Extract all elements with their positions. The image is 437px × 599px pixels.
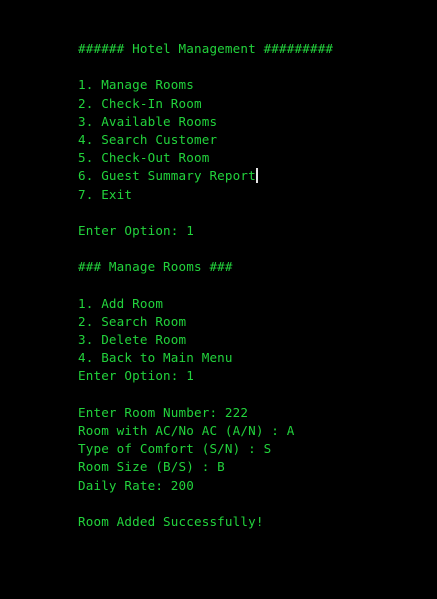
manage-rooms-item-add: 1. Add Room <box>78 295 164 311</box>
main-menu-title: ###### Hotel Management ######### <box>78 41 334 56</box>
main-menu-item-guest-summary: 6. Guest Summary Report <box>78 167 437 185</box>
main-menu-item-available-rooms: 3. Available Rooms <box>78 113 218 129</box>
manage-rooms-item-delete: 3. Delete Room <box>78 332 187 347</box>
room-ac-entry: Room with AC/No AC (A/N) : A <box>78 422 295 438</box>
success-message: Room Added Successfully! <box>78 513 264 529</box>
room-rate-entry: Daily Rate: 200 <box>78 477 194 493</box>
terminal-console[interactable]: ###### Hotel Management ######### 1. Man… <box>0 0 437 599</box>
manage-rooms-item-search: 2. Search Room <box>78 313 187 329</box>
main-menu-item-manage-rooms: 1. Manage Rooms <box>78 77 194 93</box>
main-menu-item-exit: 7. Exit <box>78 186 133 202</box>
manage-rooms-item-back: 4. Back to Main Menu <box>78 350 233 366</box>
main-menu-item-check-in: 2. Check-In Room <box>78 95 202 111</box>
main-menu-item-check-out: 5. Check-Out Room <box>78 150 210 166</box>
room-size-entry: Room Size (B/S) : B <box>78 459 225 475</box>
main-menu-item-guest-summary-label: 6. Guest Summary Report <box>78 168 256 184</box>
room-comfort-entry: Type of Comfort (S/N) : S <box>78 441 272 457</box>
text-cursor <box>255 168 258 184</box>
manage-rooms-title: ### Manage Rooms ### <box>78 259 233 275</box>
main-menu-item-search-customer: 4. Search Customer <box>78 131 218 147</box>
room-number-entry: Enter Room Number: 222 <box>78 404 249 420</box>
manage-rooms-prompt: Enter Option: 1 <box>78 368 194 384</box>
main-menu-prompt: Enter Option: 1 <box>78 222 194 238</box>
